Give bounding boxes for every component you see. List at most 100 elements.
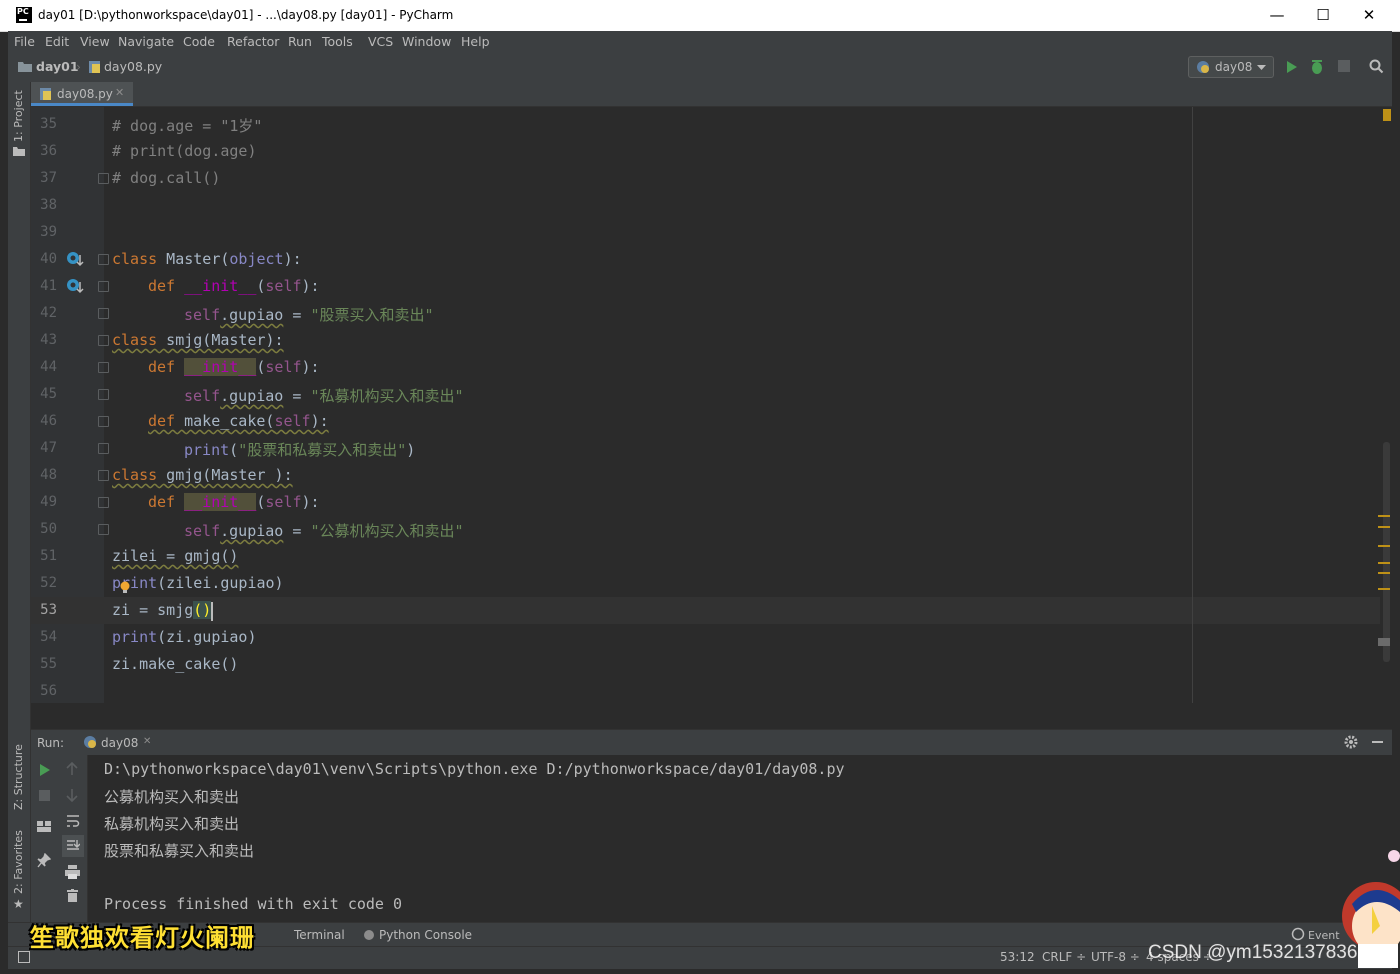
fold-marker-icon[interactable] [98,470,109,481]
fold-marker-icon[interactable] [98,443,109,454]
overridden-method-icon[interactable] [66,278,84,296]
terminal-tab[interactable]: Terminal [294,928,345,942]
console-line-exit: Process finished with exit code 0 [104,895,403,913]
menu-window[interactable]: Window [402,34,451,49]
menu-view[interactable]: View [80,34,110,49]
line-number: 42 [40,305,57,321]
line-number: 54 [40,629,57,645]
minimize-button[interactable]: — [1254,0,1300,31]
folder-icon [13,147,25,156]
close-run-tab-icon[interactable]: ✕ [143,736,151,747]
editor-tab-bar: day08.py ✕ [31,82,1392,107]
current-line-highlight [31,597,1380,624]
stop-icon[interactable] [1338,60,1350,72]
line-number: 44 [40,359,57,375]
line-number: 52 [40,575,57,591]
python-console-tab[interactable]: Python Console [379,928,472,942]
run-config-label: day08 [1215,60,1253,74]
rerun-icon[interactable] [39,763,51,777]
close-tab-icon[interactable]: ✕ [115,86,124,99]
code-line-35: # dog.age = "1岁" [112,117,263,135]
run-tab-day08[interactable]: day08 [101,736,138,750]
breadcrumb-project[interactable]: day01 [36,59,79,74]
project-tool-button[interactable]: 1: Project [12,90,25,142]
warning-stripe-mark[interactable] [1378,526,1390,528]
fold-marker-icon[interactable] [98,308,109,319]
menu-refactor[interactable]: Refactor [227,34,279,49]
window-title: day01 [D:\pythonworkspace\day01] - ...\d… [38,8,454,22]
run-console[interactable]: D:\pythonworkspace\day01\venv\Scripts\py… [88,755,1382,922]
scroll-to-end-icon [67,840,80,850]
code-line-54: print(zi.gupiao) [112,628,257,646]
warning-stripe-mark[interactable] [1378,572,1390,574]
stop-icon[interactable] [39,790,51,802]
status-caret-position[interactable]: 53:12 [1000,950,1035,964]
menu-file[interactable]: File [14,34,35,49]
line-number: 48 [40,467,57,483]
scrollbar-thumb[interactable] [1383,442,1390,662]
code-line-52: print(zilei.gupiao) [112,574,284,592]
debug-icon[interactable] [1310,59,1324,74]
intention-bulb-icon[interactable] [120,581,130,594]
pycharm-logo-icon: PC [16,7,32,23]
python-icon [1197,61,1209,73]
code-line-37: # dog.call() [112,169,221,187]
menu-vcs[interactable]: VCS [368,34,393,49]
code-line-36: # print(dog.age) [112,142,257,160]
trash-icon[interactable] [67,889,78,902]
fold-marker-icon[interactable] [98,416,109,427]
overridden-method-icon[interactable] [66,251,84,269]
warning-stripe-mark[interactable] [1378,515,1390,517]
fold-marker-icon[interactable] [98,389,109,400]
folder-icon [18,62,32,72]
soft-wrap-icon[interactable] [66,814,80,828]
tab-day08[interactable]: day08.py ✕ [31,82,133,106]
fold-marker-icon[interactable] [98,335,109,346]
run-icon[interactable] [1286,60,1298,74]
status-encoding[interactable]: UTF-8 ÷ [1091,950,1140,964]
search-icon[interactable] [1369,59,1384,74]
warning-stripe-mark[interactable] [1378,588,1390,590]
warning-stripe-mark[interactable] [1378,562,1390,564]
favorites-tool-button[interactable]: 2: Favorites [12,830,25,894]
tool-windows-icon[interactable] [18,951,30,963]
editor-scrollbar[interactable] [1380,107,1392,703]
console-line-command: D:\pythonworkspace\day01\venv\Scripts\py… [104,760,845,778]
code-line-46: def make_cake(self): [148,412,329,430]
maximize-button[interactable]: ☐ [1300,0,1346,31]
status-line-separator[interactable]: CRLF ÷ [1042,950,1086,964]
scroll-down-icon[interactable] [66,788,78,802]
menu-navigate[interactable]: Navigate [118,34,174,49]
run-panel-label: Run: [37,736,65,750]
menu-run[interactable]: Run [288,34,312,49]
breadcrumb-file[interactable]: day08.py [104,59,162,74]
gear-icon[interactable] [1344,735,1358,749]
warning-stripe-mark[interactable] [1378,545,1390,547]
line-number: 43 [40,332,57,348]
pin-icon[interactable] [37,853,51,868]
code-line-55: zi.make_cake() [112,655,239,673]
window-title-bar: PC day01 [D:\pythonworkspace\day01] - ..… [0,0,1400,32]
menu-code[interactable]: Code [183,34,215,49]
fold-marker-icon[interactable] [98,173,109,184]
run-panel-header: Run: day08 ✕ [31,729,1392,756]
warning-indicator-icon[interactable] [1383,109,1391,121]
run-configuration-selector[interactable]: day08 [1188,56,1274,78]
close-button[interactable]: ✕ [1346,0,1392,31]
menu-help[interactable]: Help [461,34,490,49]
scroll-up-icon[interactable] [66,762,78,776]
fold-marker-icon[interactable] [98,254,109,265]
print-icon[interactable] [65,865,80,879]
fold-marker-icon[interactable] [98,362,109,373]
menu-tools[interactable]: Tools [322,34,353,49]
line-number: 56 [40,683,57,699]
fold-marker-icon[interactable] [98,281,109,292]
scroll-to-end-toggle[interactable] [62,835,84,857]
menu-edit[interactable]: Edit [45,34,69,49]
fold-marker-icon[interactable] [98,524,109,535]
hide-panel-icon[interactable] [1372,741,1383,743]
layout-icon[interactable] [37,821,51,832]
line-number: 50 [40,521,57,537]
fold-marker-icon[interactable] [98,497,109,508]
structure-tool-button[interactable]: Z: Structure [12,744,25,810]
